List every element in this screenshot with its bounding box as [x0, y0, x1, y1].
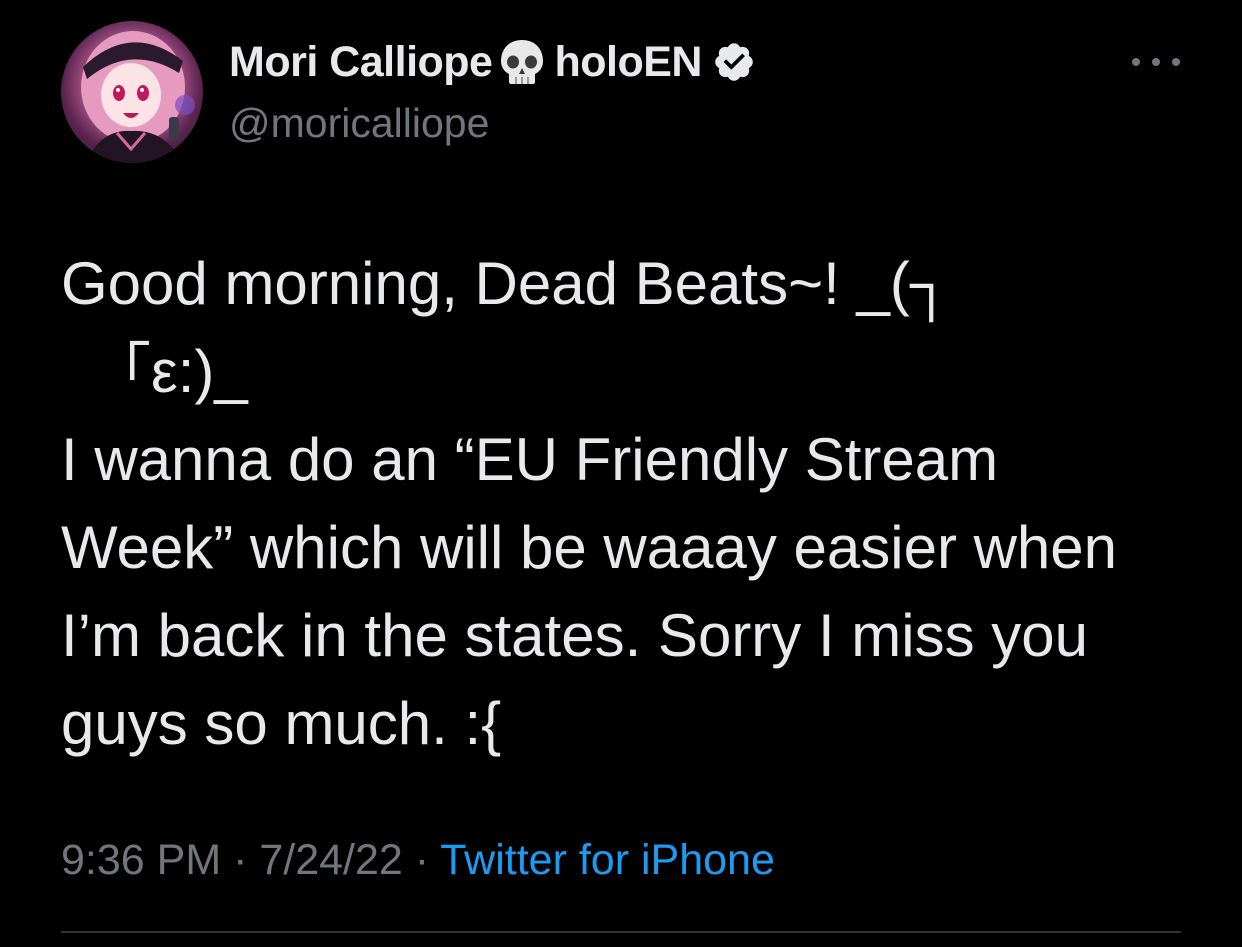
divider: [61, 931, 1181, 933]
tweet-date[interactable]: 7/24/22: [259, 836, 402, 884]
avatar[interactable]: [61, 21, 203, 163]
avatar-image: [81, 31, 195, 163]
more-dot: [1172, 58, 1180, 66]
author-handle[interactable]: @moricalliope: [229, 100, 489, 147]
display-name[interactable]: Mori Calliope holoEN: [229, 36, 756, 88]
tweet-source-link[interactable]: Twitter for iPhone: [440, 836, 775, 884]
author-name-suffix: holoEN: [554, 37, 702, 86]
more-dot: [1132, 58, 1140, 66]
more-dot: [1152, 58, 1160, 66]
tweet-time[interactable]: 9:36 PM: [61, 836, 221, 884]
author-name: Mori Calliope: [229, 37, 493, 86]
tweet-meta: 9:36 PM · 7/24/22 · Twitter for iPhone: [61, 836, 775, 885]
skull-icon: [501, 40, 544, 84]
more-options-icon[interactable]: [1132, 48, 1180, 76]
meta-separator: ·: [402, 836, 441, 884]
verified-badge-icon[interactable]: [712, 40, 756, 84]
meta-separator: ·: [221, 836, 260, 884]
tweet-text: Good morning, Dead Beats~! _(┐ 「ε:)_ I w…: [61, 250, 1118, 757]
